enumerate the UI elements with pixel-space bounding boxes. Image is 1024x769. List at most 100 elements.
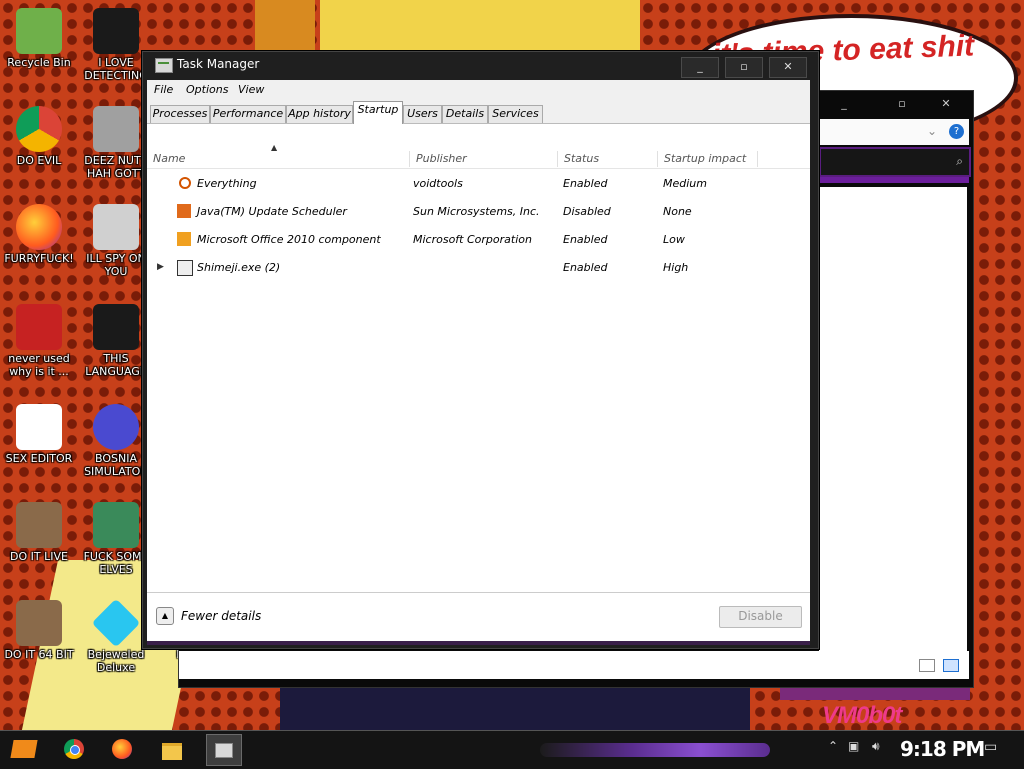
desktop-icon-label: Bejeweled Deluxe <box>87 648 145 674</box>
tab-users[interactable]: Users <box>403 105 442 123</box>
minimize-icon[interactable]: _ <box>829 95 859 113</box>
desktop-icon[interactable]: DO EVIL <box>3 106 75 167</box>
file-explorer-icon[interactable] <box>156 734 190 764</box>
tiles-view-icon[interactable] <box>943 659 959 672</box>
details-view-icon[interactable] <box>919 659 935 672</box>
desktop-icon[interactable]: never used why is it ... <box>3 304 75 378</box>
column-header-publisher[interactable]: Publisher <box>410 151 558 167</box>
table-row[interactable]: Java(TM) Update Scheduler Sun Microsystem… <box>147 198 810 226</box>
menu-file[interactable]: File <box>154 83 173 96</box>
help-icon[interactable]: ? <box>949 124 964 139</box>
hxd-icon <box>16 404 62 450</box>
maximize-icon[interactable]: ▫ <box>887 95 917 113</box>
cell-impact: None <box>663 205 692 218</box>
start-icon[interactable] <box>8 734 42 764</box>
desktop-icon[interactable]: SEX EDITOR <box>3 404 75 465</box>
desktop-icon[interactable]: DO IT 64 BIT <box>3 600 75 661</box>
devcpp-icon <box>16 304 62 350</box>
menu-bar: File Options View <box>147 80 810 100</box>
stacked-windows-icon <box>93 106 139 152</box>
menu-options[interactable]: Options <box>186 83 228 96</box>
tab-processes[interactable]: Processes <box>150 105 210 123</box>
firefox-icon <box>16 204 62 250</box>
table-row[interactable]: Microsoft Office 2010 component Microsoft… <box>147 226 810 254</box>
notification-icon[interactable]: ▭ <box>984 739 997 755</box>
table-row[interactable]: ▶ Shimeji.exe (2) Enabled High <box>147 254 810 282</box>
volume-icon[interactable]: 🔊︎ <box>872 739 880 754</box>
mine-icon <box>93 404 139 450</box>
preview-pane <box>819 187 967 673</box>
goland-icon <box>93 304 139 350</box>
desktop-icon-label: DO IT LIVE <box>10 550 68 563</box>
cell-impact: Low <box>663 233 685 246</box>
wallpaper-art <box>255 0 315 52</box>
disable-button[interactable]: Disable <box>719 606 802 628</box>
tab-startup[interactable]: Startup <box>353 101 403 124</box>
column-header-startup-impact[interactable]: Startup impact <box>658 151 758 167</box>
title-bar[interactable]: Task Manager _ ▫ ✕ <box>142 51 819 79</box>
maximize-button[interactable]: ▫ <box>725 57 763 78</box>
cell-impact: High <box>663 261 689 274</box>
desktop-icon-label: Recycle Bin <box>7 56 71 69</box>
fewer-details-link[interactable]: Fewer details <box>181 609 261 623</box>
portrait-icon <box>16 502 62 548</box>
task-manager-window[interactable]: Task Manager _ ▫ ✕ File Options View Pro… <box>141 50 820 650</box>
task-manager-icon[interactable] <box>206 734 242 766</box>
recycle-bin-icon <box>16 8 62 54</box>
close-icon[interactable]: ✕ <box>931 95 961 113</box>
cell-publisher: Microsoft Corporation <box>413 233 532 246</box>
clock[interactable]: 9:18 PM <box>900 737 985 761</box>
desktop-icon[interactable]: DO IT LIVE <box>3 502 75 563</box>
desktop-icon-label: DO EVIL <box>16 154 62 167</box>
office-icon <box>177 232 191 246</box>
portrait-64-icon <box>16 600 62 646</box>
gem-icon <box>91 598 141 648</box>
elf-icon <box>93 502 139 548</box>
menu-view[interactable]: View <box>238 83 264 96</box>
app-window-icon <box>177 260 193 276</box>
chevron-up-icon[interactable]: ⌃ <box>828 739 838 753</box>
chrome-icon[interactable] <box>58 734 92 764</box>
column-header-status[interactable]: Status <box>558 151 658 167</box>
status-bar <box>179 651 969 679</box>
window-border <box>147 641 810 645</box>
search-magnifier-icon <box>179 177 191 189</box>
cell-name: Java(TM) Update Scheduler <box>197 205 347 218</box>
search-input[interactable]: ⌕ <box>819 147 971 177</box>
wallpaper-corner-text: VM0b0t <box>822 702 902 729</box>
expand-arrow-icon[interactable]: ▶ <box>157 262 164 272</box>
tab-app-history[interactable]: App history <box>286 105 353 123</box>
chevron-up-icon[interactable]: ▲ <box>156 607 174 625</box>
java-icon <box>177 204 191 218</box>
wallpaper-art <box>320 0 640 52</box>
tab-performance[interactable]: Performance <box>210 105 286 123</box>
close-button[interactable]: ✕ <box>769 57 807 78</box>
desktop-icon-label: SEX EDITOR <box>5 452 73 465</box>
taskbar-decoration <box>540 743 770 757</box>
network-icon[interactable]: ▣ <box>848 739 859 753</box>
desktop-icon-label: never used why is it ... <box>8 352 70 378</box>
column-header-name[interactable]: Name <box>147 151 410 167</box>
desktop-icon[interactable]: FURRYFUCK! <box>3 204 75 265</box>
cell-name: Microsoft Office 2010 component <box>197 233 381 246</box>
tab-services[interactable]: Services <box>488 105 543 123</box>
minimize-button[interactable]: _ <box>681 57 719 78</box>
tab-bar: Processes Performance App history Startu… <box>147 100 810 124</box>
firefox-icon[interactable] <box>106 734 140 764</box>
footer: ▲ Fewer details Disable <box>147 592 810 641</box>
table-row[interactable]: Everything voidtools Enabled Medium <box>147 170 810 198</box>
window-title: Task Manager <box>177 57 260 71</box>
taskbar: ⌃ ▣ 🔊︎ 9:18 PM ▭ <box>0 730 1024 769</box>
cell-status: Enabled <box>563 233 608 246</box>
cell-status: Enabled <box>563 261 608 274</box>
cell-name: Everything <box>197 177 257 190</box>
task-manager-icon <box>155 58 173 73</box>
desktop-icon[interactable]: Recycle Bin <box>3 8 75 69</box>
chevron-down-icon[interactable]: ⌄ <box>927 124 937 138</box>
chrome-icon <box>16 106 62 152</box>
desktop-icon-label: FURRYFUCK! <box>4 252 74 265</box>
search-icon: ⌕ <box>956 154 963 168</box>
tab-details[interactable]: Details <box>442 105 488 123</box>
de-app-icon <box>93 8 139 54</box>
cell-publisher: voidtools <box>413 177 463 190</box>
